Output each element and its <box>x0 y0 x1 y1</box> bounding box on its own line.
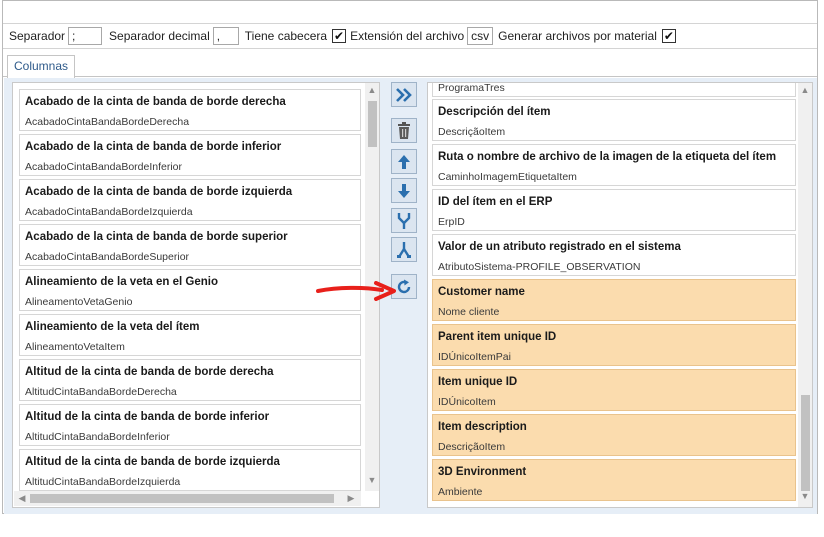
custom-list-item[interactable]: Parent item unique ID IDÚnicoItemPai <box>432 324 796 366</box>
custom-list-item[interactable]: 3D Environment Ambiente <box>432 459 796 501</box>
column-title: Item unique ID <box>438 376 518 388</box>
export-options-bar: Separador Separador decimal Tiene cabece… <box>3 23 817 49</box>
list-item[interactable]: Alineamiento de la veta del ítem Alineame… <box>19 314 361 356</box>
scroll-right-icon[interactable]: ▶ <box>344 493 358 504</box>
arrow-up-icon <box>398 154 410 169</box>
tab-strip: Columnas <box>3 49 817 78</box>
list-item[interactable]: Acabado de la cinta de banda de borde su… <box>19 224 361 266</box>
list-item[interactable]: Acabado de la cinta de banda de borde iz… <box>19 179 361 221</box>
column-title: Acabado de la cinta de banda de borde in… <box>25 141 282 153</box>
field-name: AlineamentoVetaGenio <box>25 296 133 308</box>
files-per-material-checkbox[interactable]: ✔ <box>661 29 676 43</box>
right-scroll-thumb[interactable] <box>801 395 810 491</box>
field-name: IDÚnicoItem <box>438 396 496 408</box>
arrow-down-icon <box>398 183 410 198</box>
column-title: Descripción del ítem <box>438 106 551 118</box>
column-title: Customer name <box>438 286 525 298</box>
files-per-material-label: Generar archivos por material <box>498 29 657 43</box>
custom-list-item[interactable]: Customer name Nome cliente <box>432 279 796 321</box>
double-chevron-right-icon <box>396 87 412 102</box>
selected-columns-list[interactable]: ProgramaTres Descripción del ítem Descriç… <box>427 82 813 508</box>
decimal-separator-label: Separador decimal <box>109 29 210 43</box>
field-name: AcabadoCintaBandaBordeIzquierda <box>25 206 193 218</box>
list-item[interactable]: ProgramaTres <box>432 82 796 97</box>
field-name: ErpID <box>438 216 465 228</box>
separator-label: Separador <box>9 29 66 43</box>
merge-icon <box>397 212 411 229</box>
has-header-checkbox[interactable]: ✔ <box>332 29 347 43</box>
column-tools <box>389 82 421 302</box>
list-item[interactable]: Altitud de la cinta de banda de borde de… <box>19 359 361 401</box>
column-title: Altitud de la cinta de banda de borde de… <box>25 366 274 378</box>
list-item[interactable]: Alineamiento de la veta en el Genio Aline… <box>19 269 361 311</box>
scroll-down-icon[interactable]: ▼ <box>365 475 379 485</box>
merge-button[interactable] <box>391 208 417 233</box>
list-item[interactable]: Descripción del ítem DescriçãoItem <box>432 99 796 141</box>
add-all-button[interactable] <box>391 82 417 107</box>
scroll-down-icon[interactable]: ▼ <box>798 491 812 501</box>
decimal-separator-input[interactable] <box>212 27 239 45</box>
left-horizontal-scrollbar[interactable]: ◀ ▶ <box>14 491 361 506</box>
field-name: AcabadoCintaBandaBordeInferior <box>25 161 183 173</box>
field-name: ProgramaTres <box>438 82 505 94</box>
column-title: Altitud de la cinta de banda de borde in… <box>25 411 270 423</box>
field-name: AltitudCintaBandaBordeIzquierda <box>25 476 181 488</box>
column-title: Acabado de la cinta de banda de borde de… <box>25 96 286 108</box>
scroll-up-icon[interactable]: ▲ <box>798 85 812 95</box>
column-title: Valor de un atributo registrado en el si… <box>438 241 681 253</box>
column-title: Acabado de la cinta de banda de borde su… <box>25 231 288 243</box>
field-name: AcabadoCintaBandaBordeSuperior <box>25 251 190 263</box>
column-title: 3D Environment <box>438 466 527 478</box>
field-name: AltitudCintaBandaBordeDerecha <box>25 386 177 398</box>
tab-columns[interactable]: Columnas <box>7 55 76 78</box>
move-up-button[interactable] <box>391 149 417 174</box>
field-name: AtributoSistema-PROFILE_OBSERVATION <box>438 261 641 273</box>
field-name: CaminhoImagemEtiquetaItem <box>438 171 577 183</box>
field-name: DescriçãoItem <box>438 126 506 138</box>
left-scroll-thumb[interactable] <box>368 101 377 147</box>
custom-list-item[interactable]: Item description DescriçãoItem <box>432 414 796 456</box>
delete-button[interactable] <box>391 118 417 143</box>
field-name: IDÚnicoItemPai <box>438 351 511 363</box>
list-item[interactable]: Acabado de la cinta de banda de borde in… <box>19 134 361 176</box>
split-icon <box>397 241 411 258</box>
list-item[interactable]: Valor de un atributo registrado en el si… <box>432 234 796 276</box>
custom-list-item[interactable]: Item unique ID IDÚnicoItem <box>432 369 796 411</box>
list-item[interactable]: Acabado de la cinta de banda de borde de… <box>19 89 361 131</box>
refresh-icon <box>397 279 411 293</box>
scroll-up-icon[interactable]: ▲ <box>365 85 379 95</box>
separator-input[interactable] <box>68 27 103 45</box>
red-annotation-arrow <box>316 281 396 301</box>
left-horizontal-scroll-thumb[interactable] <box>30 494 334 503</box>
export-settings-window: Separador Separador decimal Tiene cabece… <box>2 0 818 514</box>
column-title: ID del ítem en el ERP <box>438 196 553 208</box>
list-item[interactable]: ID del ítem en el ERP ErpID <box>432 189 796 231</box>
field-name: Nome cliente <box>438 306 500 318</box>
field-name: DescriçãoItem <box>438 441 506 453</box>
has-header-label: Tiene cabecera <box>244 29 328 43</box>
column-title: Acabado de la cinta de banda de borde iz… <box>25 186 293 198</box>
right-vertical-scrollbar[interactable]: ▲ ▼ <box>798 83 812 507</box>
list-item[interactable]: Ruta o nombre de archivo de la imagen de… <box>432 144 796 186</box>
move-down-button[interactable] <box>391 178 417 203</box>
column-title: Alineamiento de la veta del ítem <box>25 321 200 333</box>
column-title: Ruta o nombre de archivo de la imagen de… <box>438 151 777 163</box>
column-title: Altitud de la cinta de banda de borde iz… <box>25 456 280 468</box>
field-name: Ambiente <box>438 486 483 498</box>
column-title: Parent item unique ID <box>438 331 557 343</box>
file-extension-input[interactable] <box>467 27 494 45</box>
trash-icon <box>398 121 410 139</box>
field-name: AlineamentoVetaItem <box>25 341 125 353</box>
list-item[interactable]: Altitud de la cinta de banda de borde iz… <box>19 449 361 491</box>
column-title: Item description <box>438 421 527 433</box>
field-name: AcabadoCintaBandaBordeDerecha <box>25 116 190 128</box>
scroll-left-icon[interactable]: ◀ <box>15 493 29 504</box>
list-item[interactable]: Altitud de la cinta de banda de borde in… <box>19 404 361 446</box>
file-extension-label: Extensión del archivo <box>350 29 465 43</box>
columns-panel: Acabado de la cinta de banda de borde de… <box>4 78 817 514</box>
split-button[interactable] <box>391 237 417 262</box>
column-title: Alineamiento de la veta en el Genio <box>25 276 219 288</box>
field-name: AltitudCintaBandaBordeInferior <box>25 431 170 443</box>
